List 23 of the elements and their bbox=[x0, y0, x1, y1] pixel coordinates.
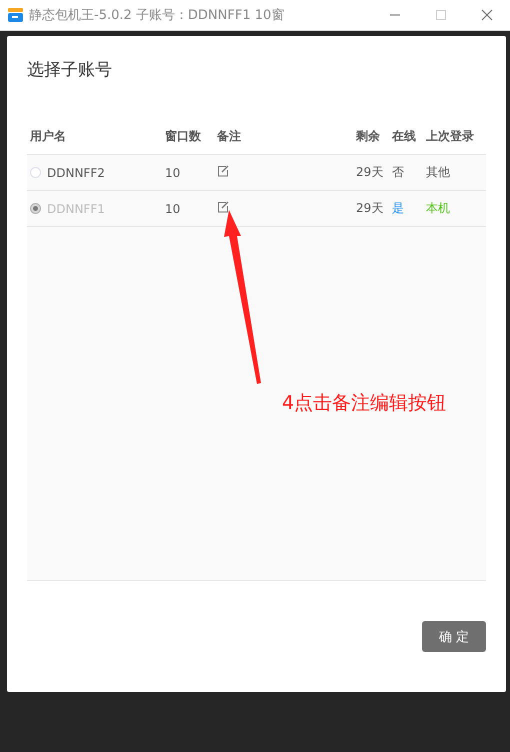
column-header: 用户名 bbox=[29, 128, 67, 144]
edit-icon[interactable] bbox=[217, 165, 229, 177]
window-count-cell-text: 10 bbox=[165, 202, 182, 216]
online-status-cell-text: 否 bbox=[392, 164, 405, 181]
username-cell: DDNNFF1 bbox=[47, 202, 105, 216]
window-title: 静态包机王-5.0.2 子账号：DDNNFF1 10窗 bbox=[29, 7, 286, 24]
column-header: 备注 bbox=[217, 128, 242, 144]
column-header: 窗口数 bbox=[165, 128, 202, 144]
confirm-button[interactable]: 确 定 bbox=[422, 621, 486, 652]
edit-icon[interactable] bbox=[217, 201, 229, 213]
window-count-cell-text: 10 bbox=[165, 166, 182, 180]
app-logo-icon bbox=[8, 8, 23, 22]
dialog-title: 选择子账号 bbox=[27, 59, 113, 82]
username-cell: DDNNFF2 bbox=[47, 166, 105, 180]
column-header: 上次登录 bbox=[426, 128, 475, 144]
remaining-days-cell-text: 29天 bbox=[356, 164, 384, 181]
online-status-cell-text: 是 bbox=[392, 200, 405, 217]
remaining-days-cell-text: 29天 bbox=[356, 200, 384, 217]
column-header: 在线 bbox=[392, 128, 417, 144]
annotation-text: 4点击备注编辑按钮 bbox=[282, 391, 446, 416]
column-header: 剩余 bbox=[356, 128, 381, 144]
last-login-cell-text: 其他 bbox=[426, 164, 451, 181]
last-login-cell-text: 本机 bbox=[426, 200, 451, 217]
